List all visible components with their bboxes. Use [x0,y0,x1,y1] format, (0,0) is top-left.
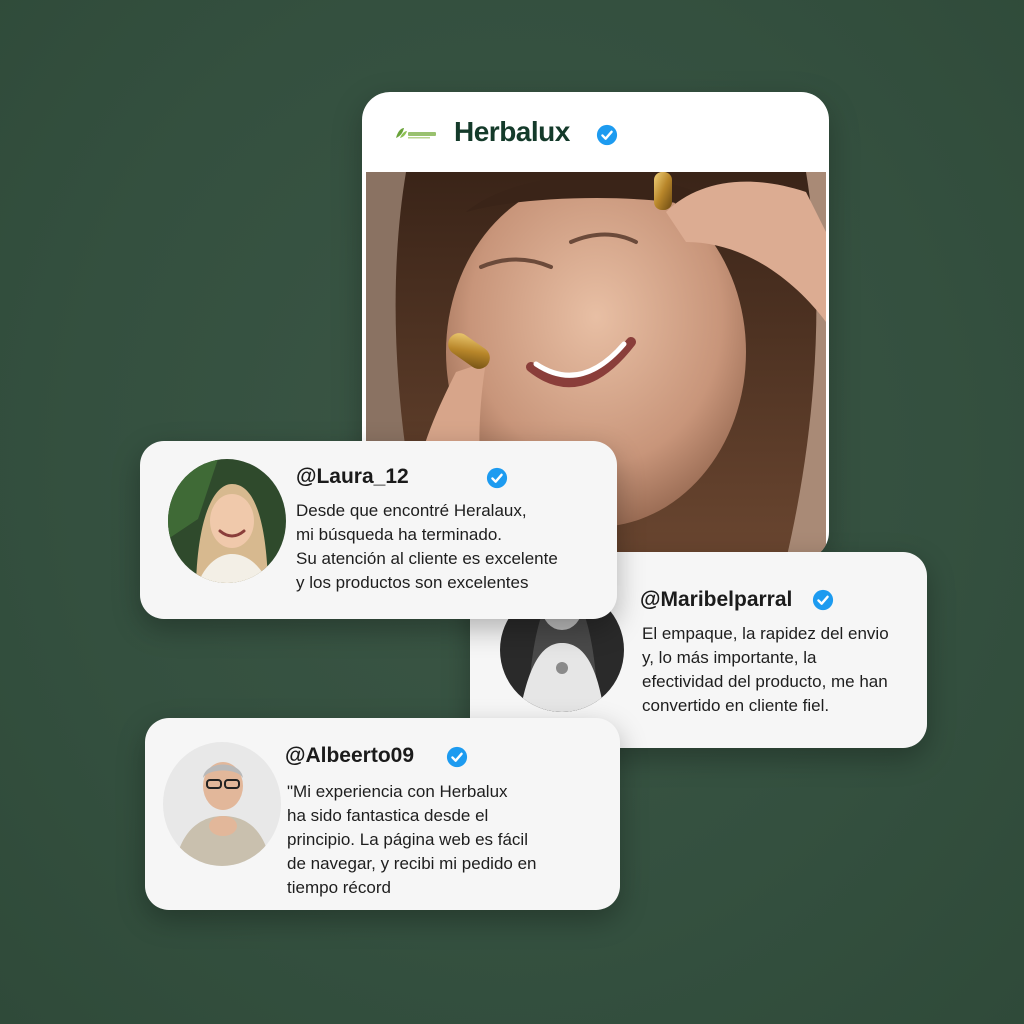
review-text-line: "Mi experiencia con Herbalux [287,782,508,801]
review-text-line: efectividad del producto, me han [642,672,888,691]
review-text-line: El empaque, la rapidez del envio [642,624,889,643]
review-text: Desde que encontré Heralaux, mi búsqueda… [296,499,558,595]
review-handle[interactable]: @Maribelparral [640,588,792,612]
review-text-line: y los productos son excelentes [296,573,529,592]
verified-badge-icon [486,467,508,489]
avatar-alberto-image [163,742,281,866]
review-text: El empaque, la rapidez del envio y, lo m… [642,622,889,718]
verified-badge-icon [596,124,618,146]
testimonial-collage: Herbalux @Laura_12 Desde que encontré He… [0,0,1024,1024]
review-text-line: convertido en cliente fiel. [642,696,830,715]
review-text-line: de navegar, y recibi mi pedido en [287,854,537,873]
review-text-line: principio. La página web es fácil [287,830,528,849]
review-card[interactable]: @Laura_12 Desde que encontré Heralaux, m… [140,441,617,619]
avatar[interactable] [163,742,281,866]
post-header: Herbalux [362,92,829,172]
review-text-line: mi búsqueda ha terminado. [296,525,503,544]
review-text-line: Desde que encontré Heralaux, [296,501,527,520]
review-text-line: tiempo récord [287,878,391,897]
verified-badge-icon [446,746,468,768]
review-text-line: ha sido fantastica desde el [287,806,489,825]
review-text-line: y, lo más importante, la [642,648,817,667]
review-text: "Mi experiencia con Herbalux ha sido fan… [287,780,537,900]
herbalux-leaf-logo-icon [396,128,436,139]
avatar-laura-image [168,459,286,583]
avatar[interactable] [168,459,286,583]
review-handle[interactable]: @Laura_12 [296,465,409,489]
brand-name[interactable]: Herbalux [454,116,570,148]
review-text-line: Su atención al cliente es excelente [296,549,558,568]
verified-badge-icon [812,589,834,611]
review-card[interactable]: @Albeerto09 "Mi experiencia con Herbalux… [145,718,620,910]
review-handle[interactable]: @Albeerto09 [285,744,414,768]
